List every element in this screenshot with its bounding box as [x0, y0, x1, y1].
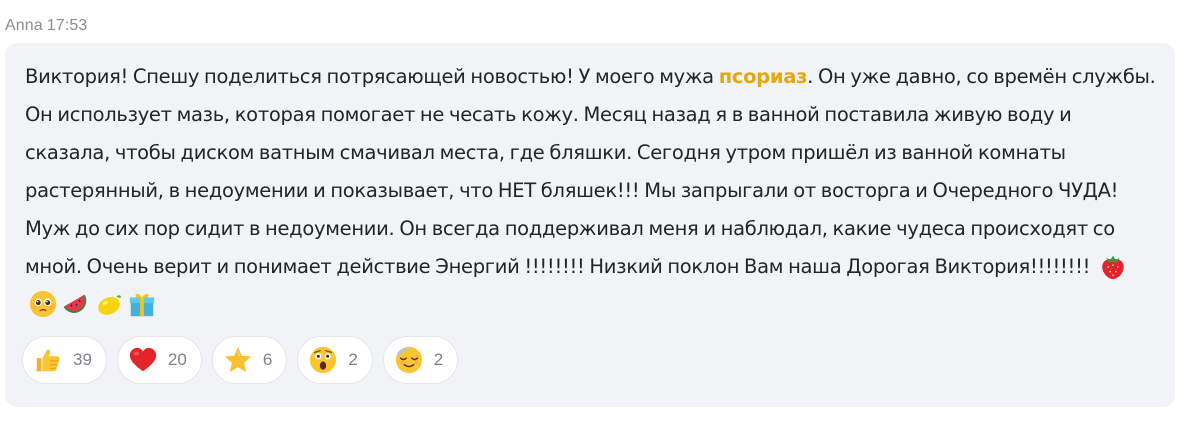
reaction-count: 6	[262, 350, 273, 369]
message-time: 17:53	[46, 17, 88, 34]
message-text-part-2: . Он уже давно, со времён службы. Он исп…	[25, 65, 1156, 278]
gift-icon	[127, 289, 157, 319]
watermelon-icon	[61, 289, 91, 319]
pleading-face-icon	[28, 289, 58, 319]
reaction-count: 20	[167, 350, 187, 369]
relieved-face-icon	[394, 345, 424, 375]
author-name[interactable]: Anna	[5, 17, 43, 34]
heart-icon	[128, 345, 158, 375]
reaction-star[interactable]: 6	[211, 336, 288, 384]
lemon-icon	[94, 289, 124, 319]
thumbs-up-icon	[33, 345, 63, 375]
reaction-thumbs-up[interactable]: 39	[22, 336, 107, 384]
reaction-relieved[interactable]: 2	[382, 336, 459, 384]
reaction-count: 2	[433, 350, 444, 369]
reaction-heart[interactable]: 20	[116, 336, 202, 384]
astonished-face-icon	[308, 345, 338, 375]
message-bubble: Виктория! Спешу поделиться потрясающей н…	[5, 43, 1175, 407]
reaction-count: 39	[73, 350, 92, 369]
reaction-count: 2	[348, 350, 358, 369]
reactions-bar: 39 20 6 2 2	[22, 336, 459, 384]
highlighted-word: псориаз	[718, 65, 808, 88]
strawberry-icon	[1098, 251, 1128, 281]
message-meta: Anna 17:53	[5, 17, 87, 35]
reaction-astonished[interactable]: 2	[297, 336, 373, 384]
message-text: Виктория! Спешу поделиться потрясающей н…	[25, 58, 1157, 324]
star-icon	[223, 345, 253, 375]
message-text-part-1: Виктория! Спешу поделиться потрясающей н…	[25, 65, 719, 88]
